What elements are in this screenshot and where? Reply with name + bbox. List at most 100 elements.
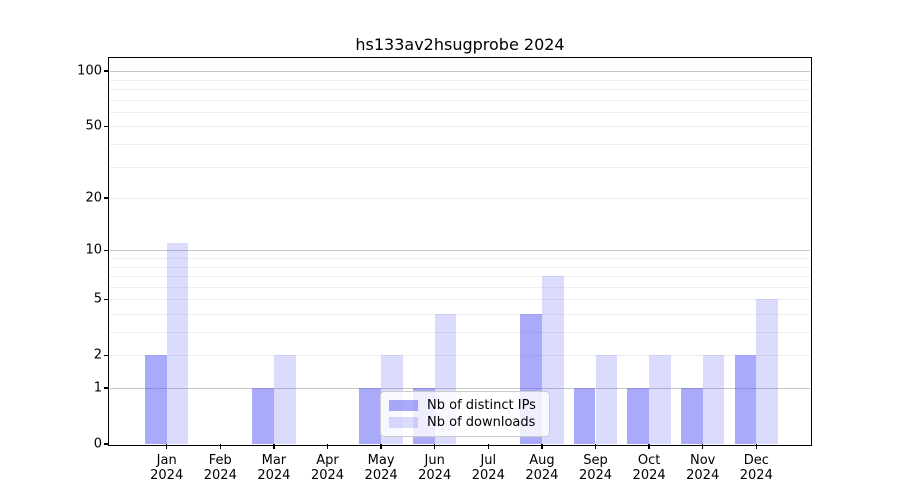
y-tick [104,70,109,72]
x-tick-label-jul: Jul 2024 [458,453,518,483]
gridline-minor [110,299,810,301]
x-tick [702,444,704,449]
x-tick-label-mar: Mar 2024 [244,453,304,483]
x-tick-label-apr: Apr 2024 [298,453,358,483]
y-tick-label: 50 [85,118,102,134]
x-tick [326,444,329,449]
legend-item: Nb of distinct IPs [389,398,541,413]
x-tick-label-nov: Nov 2024 [673,453,733,483]
bar-downloads-sep [595,355,618,444]
x-tick [219,444,221,449]
x-tick-year: 2024 [632,468,666,483]
x-tick-year: 2024 [257,468,291,483]
y-tick-label: 2 [93,347,102,363]
x-tick-year: 2024 [364,468,398,483]
x-tick-month: Nov [690,453,716,468]
gridline-major [110,250,810,252]
y-tick [104,249,109,251]
bar-downloads-dec [756,299,779,444]
gridline-minor [110,258,810,259]
x-tick-month: Jun [424,453,445,468]
gridline-minor [110,198,810,200]
legend-label: Nb of distinct IPs [427,397,536,413]
y-tick-label: 20 [85,190,102,206]
bar-downloads-nov [702,355,725,444]
y-tick [104,125,109,128]
gridline-minor [110,313,810,315]
x-tick-year: 2024 [150,468,184,483]
gridline-minor [110,266,810,268]
bar-distinct-ips-jan [144,355,167,444]
gridline-minor [110,166,810,168]
gridline-minor [110,332,810,334]
y-tick [104,298,109,300]
y-tick [104,443,109,445]
gridline-minor [110,126,810,128]
bar-downloads-oct [649,355,671,444]
x-tick-label-oct: Oct 2024 [619,453,679,483]
x-tick-year: 2024 [310,468,345,483]
x-tick-label-dec: Dec 2024 [726,453,786,483]
x-tick-month: Oct [637,453,661,468]
x-tick-year: 2024 [203,468,237,483]
y-tick-label: 1 [93,380,102,396]
x-tick-year: 2024 [471,468,505,483]
x-tick [380,444,382,449]
legend-label: Nb of downloads [427,415,536,431]
y-tick [104,387,109,389]
y-tick-label: 100 [77,63,102,79]
x-tick-label-sep: Sep 2024 [566,453,626,483]
y-tick [104,197,109,199]
x-tick-label-jun: Jun 2024 [405,453,465,483]
chart-title: hs133av2hsugprobe 2024 [355,35,565,54]
gridline-minor [110,89,810,91]
x-tick-label-jan: Jan 2024 [137,453,197,483]
x-tick [541,444,543,449]
x-tick-month: Feb [208,453,232,468]
x-tick-month: Jan [156,453,177,468]
gridline-minor [110,276,810,278]
gridline-minor [110,286,810,288]
y-tick-label: 0 [93,436,102,452]
x-tick-year: 2024 [525,468,559,483]
x-tick-year: 2024 [739,468,773,483]
gridline-minor [110,99,810,101]
figure: hs133av2hsugprobe 2024 0 1 2 5 10 20 50 100 Jan 2… [0,0,900,500]
x-tick [755,444,757,449]
x-tick-month: Apr [316,453,339,468]
gridline-minor [110,111,810,113]
legend-item: Nb of downloads [389,415,541,430]
x-tick-year: 2024 [686,468,720,483]
x-tick [648,444,650,449]
bar-distinct-ips-dec [734,355,757,444]
x-tick [434,444,436,449]
bar-distinct-ips-oct [627,388,650,444]
bar-distinct-ips-may [359,388,382,444]
gridline-minor [110,79,810,81]
y-tick-label: 10 [85,242,102,258]
x-tick [166,444,168,449]
x-tick-year: 2024 [418,468,452,483]
y-tick-label: 5 [93,291,102,307]
x-tick-label-aug: Aug 2024 [512,453,572,483]
bar-distinct-ips-sep [573,388,596,444]
x-tick-month: Mar [261,453,287,468]
x-tick [273,444,275,449]
bar-distinct-ips-mar [252,388,274,444]
legend-swatch-distinct-ips [389,399,418,411]
y-tick [104,354,109,356]
gridline-major [110,71,810,73]
x-tick-month: Aug [529,453,555,468]
x-tick-month: Jul [480,453,497,468]
legend: Nb of distinct IPs Nb of downloads [380,391,550,437]
plot-area [110,59,810,444]
x-tick-year: 2024 [578,468,613,483]
legend-swatch-downloads [389,417,418,429]
x-tick-month: Sep [583,453,608,468]
bar-distinct-ips-nov [680,388,703,444]
bar-downloads-mar [273,355,296,444]
x-tick-label-feb: Feb 2024 [190,453,250,483]
x-tick [594,444,597,449]
bar-downloads-jan [166,243,189,444]
x-tick-month: May [367,453,395,468]
